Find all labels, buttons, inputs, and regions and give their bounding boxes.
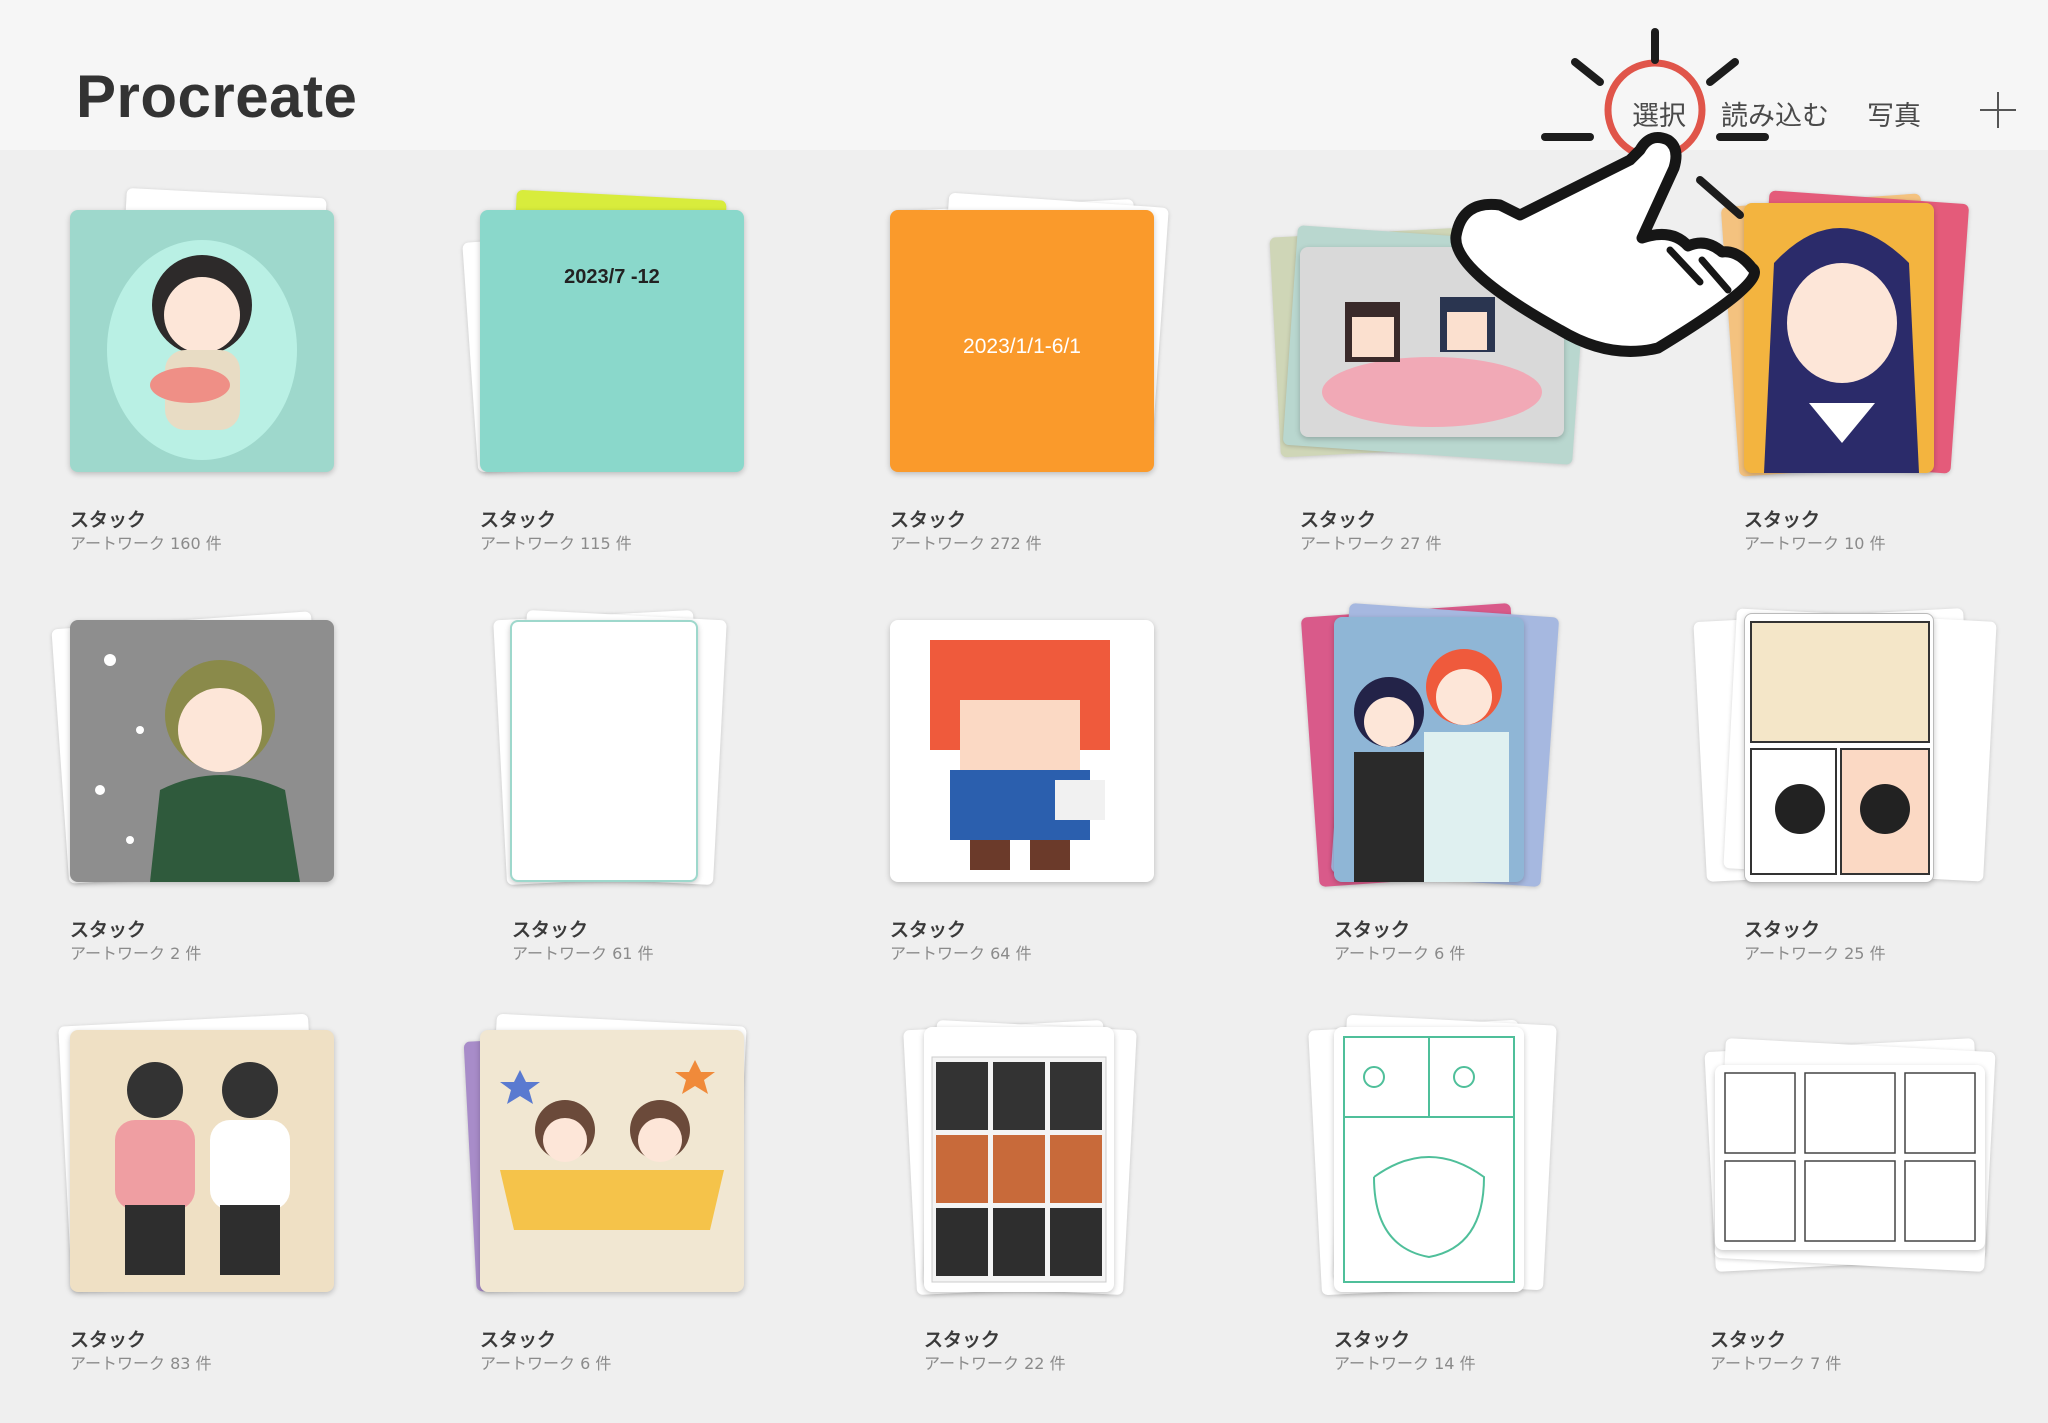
stack-item[interactable]: スタック アートワーク 160 件 — [40, 185, 440, 585]
stack-cover — [1300, 247, 1564, 437]
stack-item[interactable]: 2023/1/1-6/1 スタック アートワーク 272 件 — [860, 185, 1260, 585]
cover-text: 2023/1/1-6/1 — [963, 335, 1081, 358]
stack-cover — [1744, 203, 1934, 473]
stack-count: アートワーク 272 件 — [890, 534, 1042, 553]
stack-title: スタック — [512, 919, 589, 941]
stack-cover — [70, 620, 334, 882]
stack-cover — [1715, 1065, 1985, 1250]
stack-count: アートワーク 2 件 — [70, 944, 202, 963]
stack-item[interactable]: スタック アートワーク 7 件 — [1670, 1005, 2048, 1405]
stack-cover — [510, 620, 698, 882]
stack-title: スタック — [890, 919, 967, 941]
stack-title: スタック — [1744, 509, 1821, 531]
stack-item[interactable]: スタック アートワーク 10 件 — [1710, 185, 2048, 585]
stack-title: スタック — [1334, 1329, 1411, 1351]
select-button[interactable]: 選択 — [1632, 94, 1686, 133]
stack-cover: 2023/7 -12 — [480, 210, 744, 472]
stack-cover: 2023/1/1-6/1 — [890, 210, 1154, 472]
stack-cover — [1334, 617, 1524, 882]
character-artwork — [95, 654, 300, 882]
character-artwork — [1764, 228, 1919, 473]
character-artwork — [1354, 649, 1509, 882]
stack-count: アートワーク 6 件 — [1334, 944, 1466, 963]
character-artwork — [500, 1060, 724, 1230]
stack-item[interactable]: スタック アートワーク 6 件 — [1300, 595, 1700, 995]
stack-item[interactable]: スタック アートワーク 27 件 — [1269, 185, 1670, 585]
stack-item[interactable]: スタック アートワーク 14 件 — [1300, 1005, 1700, 1405]
character-artwork — [115, 1062, 290, 1275]
stack-cover — [70, 1030, 334, 1292]
top-bar: Procreate 選択 読み込む 写真 — [0, 0, 2048, 150]
photos-button[interactable]: 写真 — [1867, 94, 1921, 133]
stack-item[interactable]: スタック アートワーク 64 件 — [860, 595, 1260, 995]
stack-count: アートワーク 115 件 — [480, 534, 632, 553]
stack-item[interactable]: スタック アートワーク 25 件 — [1693, 595, 2048, 995]
stack-count: アートワーク 22 件 — [924, 1354, 1066, 1373]
stack-cover — [1744, 613, 1934, 883]
stack-title: スタック — [480, 509, 557, 531]
stack-count: アートワーク 6 件 — [480, 1354, 612, 1373]
stack-count: アートワーク 14 件 — [1334, 1354, 1476, 1373]
stack-title: スタック — [70, 509, 147, 531]
cover-text: 2023/7 -12 — [564, 266, 660, 288]
grid-artwork — [931, 1056, 1107, 1283]
stack-item[interactable]: スタック アートワーク 22 件 — [890, 1005, 1290, 1405]
app-title: Procreate — [76, 63, 358, 130]
stack-count: アートワーク 61 件 — [512, 944, 654, 963]
stack-count: アートワーク 25 件 — [1744, 944, 1886, 963]
stack-count: アートワーク 160 件 — [70, 534, 222, 553]
stack-count: アートワーク 83 件 — [70, 1354, 212, 1373]
sketch-artwork — [1343, 1036, 1515, 1283]
stack-item[interactable]: スタック アートワーク 61 件 — [480, 595, 880, 995]
plus-icon[interactable] — [1978, 90, 2018, 130]
import-button[interactable]: 読み込む — [1721, 94, 1829, 133]
stack-title: スタック — [70, 919, 147, 941]
stack-title: スタック — [1334, 919, 1411, 941]
stack-title: スタック — [890, 509, 967, 531]
stack-cover — [1334, 1027, 1524, 1292]
stack-cover — [890, 620, 1154, 882]
stack-title: スタック — [1744, 919, 1821, 941]
panel-artwork — [1724, 1072, 1976, 1242]
stack-count: アートワーク 10 件 — [1744, 534, 1886, 553]
stack-count: アートワーク 64 件 — [890, 944, 1032, 963]
character-artwork — [107, 240, 297, 460]
stack-item[interactable]: スタック アートワーク 6 件 — [450, 1005, 850, 1405]
stack-item[interactable]: スタック アートワーク 83 件 — [40, 1005, 440, 1405]
stack-title: スタック — [1710, 1329, 1787, 1351]
stack-title: スタック — [70, 1329, 147, 1351]
stack-item[interactable]: 2023/7 -12 スタック アートワーク 115 件 — [450, 185, 850, 585]
stack-cover — [70, 210, 334, 472]
stack-count: アートワーク 27 件 — [1300, 534, 1442, 553]
pixel-artwork — [930, 640, 1110, 870]
stack-cover — [924, 1027, 1114, 1292]
pixel-artwork — [1322, 297, 1542, 427]
stack-cover — [480, 1030, 744, 1292]
stack-title: スタック — [924, 1329, 1001, 1351]
stack-title: スタック — [480, 1329, 557, 1351]
comic-artwork — [1750, 621, 1930, 875]
stack-count: アートワーク 7 件 — [1710, 1354, 1842, 1373]
stack-title: スタック — [1300, 509, 1377, 531]
stack-item[interactable]: スタック アートワーク 2 件 — [40, 595, 440, 995]
